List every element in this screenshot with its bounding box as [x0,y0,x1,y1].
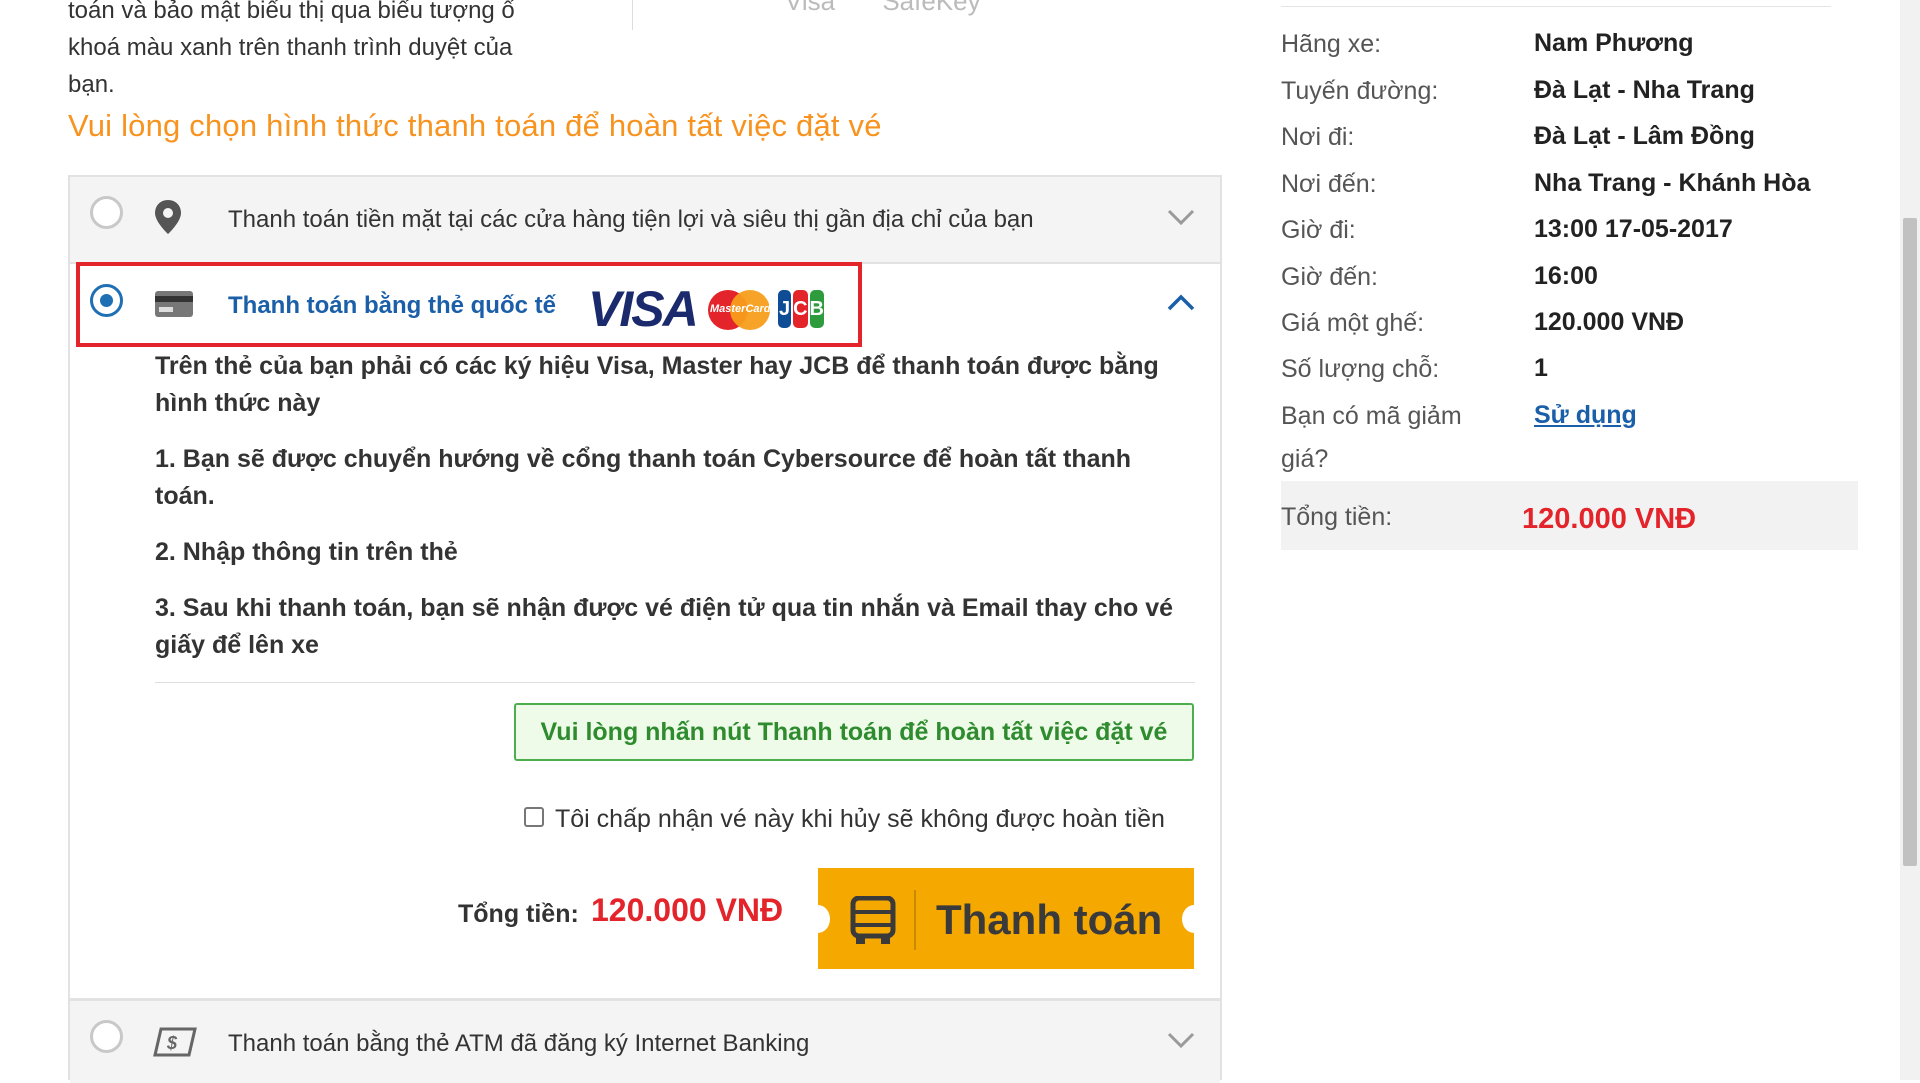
pay-button-label: Thanh toán [936,896,1163,943]
visa-secure-logo: Visa [785,0,836,16]
secure-logos: Visa SafeKey [785,0,1021,17]
divider [632,0,633,30]
total-label: Tổng tiền: [458,900,579,928]
summary-value: Đà Lạt - Lâm Đồng [1534,122,1755,150]
summary-total-value: 120.000 VNĐ [1522,503,1697,535]
total-value: 120.000 VNĐ [591,892,784,928]
intro-line: khoá màu xanh trên thanh trình duyệt của [68,34,513,61]
pay-button[interactable]: Thanh toán [806,868,1206,969]
card-step-1: 1. Bạn sẽ được chuyển hướng về cổng than… [155,445,1132,510]
notice-banner: Vui lòng nhấn nút Thanh toán để hoàn tất… [514,703,1194,761]
accept-terms-checkbox[interactable] [524,807,544,827]
mastercard-logo: MasterCard [708,290,771,330]
summary-value: 13:00 17-05-2017 [1534,215,1733,243]
use-discount-link[interactable]: Sử dụng [1534,401,1637,430]
summary-key: Số lượng chỗ: [1281,355,1440,383]
cash-option-label: Thanh toán tiền mặt tại các cửa hàng tiệ… [228,206,1034,233]
scrollbar-thumb[interactable] [1903,218,1917,866]
safekey-logo: SafeKey [882,0,981,16]
summary-key: Nơi đi: [1281,123,1355,151]
accept-terms-label[interactable]: Tôi chấp nhận vé này khi hủy sẽ không đư… [555,805,1165,834]
summary-total-key: Tổng tiền: [1281,503,1393,531]
intro-line: bạn. [68,71,115,98]
map-marker-icon [153,199,183,240]
summary-key: Giá một ghế: [1281,309,1425,337]
visa-logo: VISA [588,281,699,337]
summary-key: Giờ đi: [1281,216,1356,244]
card-radio[interactable] [90,284,123,317]
page-title: Vui lòng chọn hình thức thanh toán để ho… [68,108,882,143]
summary-value: 120.000 VNĐ [1534,308,1685,336]
chevron-down-icon[interactable] [1167,200,1195,234]
divider [155,682,1195,683]
intro-line: toán và bảo mật biểu thị qua biểu tượng … [68,0,515,24]
summary-value: Nha Trang - Khánh Hòa [1534,169,1811,197]
card-step-3: 3. Sau khi thanh toán, bạn sẽ nhận được … [155,594,1174,659]
summary-value: Nam Phương [1534,29,1694,57]
summary-key: Tuyến đường: [1281,77,1439,105]
divider [1281,6,1831,7]
atm-option-label: Thanh toán bằng thẻ ATM đã đăng ký Inter… [228,1030,810,1057]
credit-card-icon [154,290,194,323]
chevron-down-icon[interactable] [1167,1031,1195,1054]
card-requirements-text: Trên thẻ của bạn phải có các ký hiệu Vis… [155,352,1159,417]
summary-value: 16:00 [1534,262,1598,290]
atm-card-icon: $ [153,1027,197,1062]
jcb-logo: J C B [777,290,825,328]
summary-value: Đà Lạt - Nha Trang [1534,76,1755,104]
svg-text:$: $ [166,1033,178,1053]
discount-question: Bạn có mã giảm giá? [1281,402,1462,473]
summary-key: Hãng xe: [1281,30,1382,58]
summary-key: Nơi đến: [1281,170,1377,198]
summary-value: 1 [1534,354,1548,382]
card-option-label[interactable]: Thanh toán bằng thẻ quốc tế [228,292,556,320]
cash-radio[interactable] [90,196,123,229]
intro-text: toán và bảo mật biểu thị qua biểu tượng … [68,0,578,103]
summary-key: Giờ đến: [1281,263,1378,291]
bus-icon [850,895,896,951]
atm-radio[interactable] [90,1020,123,1053]
card-step-2: 2. Nhập thông tin trên thẻ [155,538,458,566]
chevron-up-icon[interactable] [1167,294,1195,317]
